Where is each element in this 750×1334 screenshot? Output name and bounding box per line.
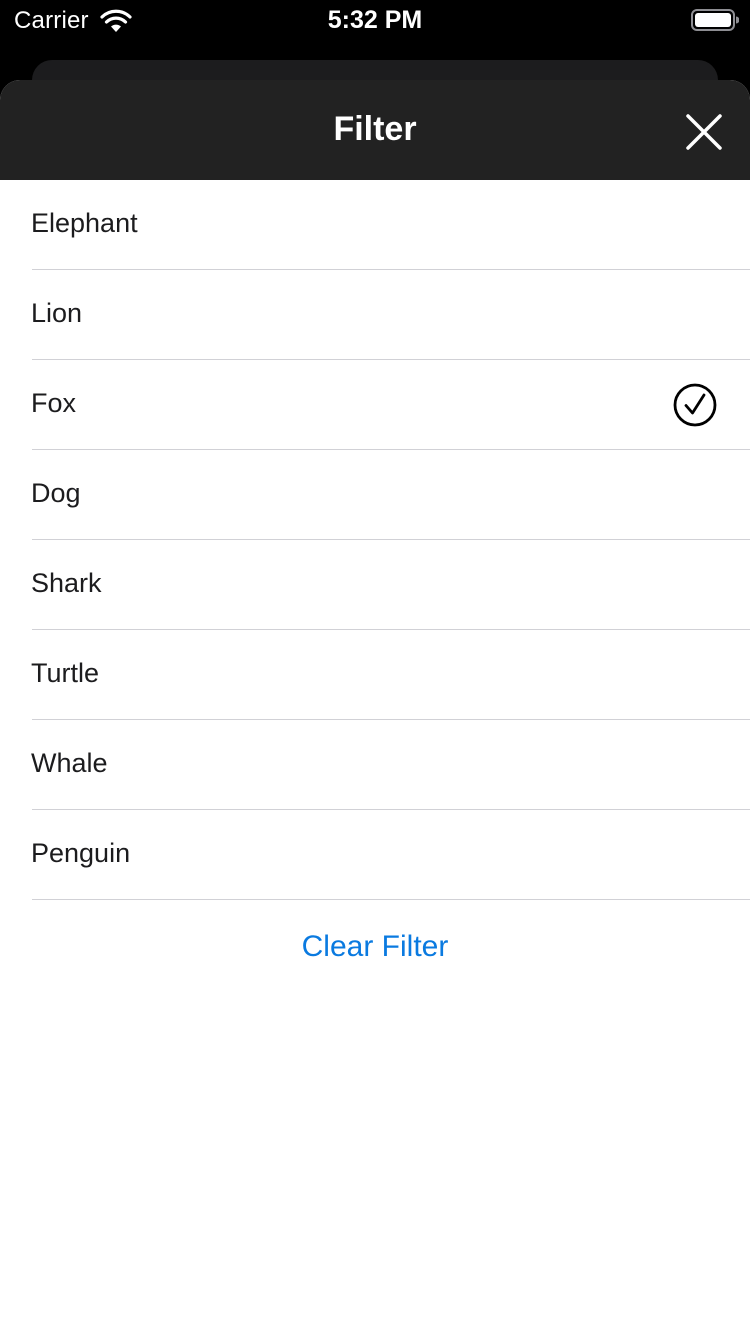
- list-item-label: Fox: [31, 388, 77, 418]
- list-item-label: Whale: [31, 748, 108, 778]
- divider: [32, 899, 750, 900]
- list-item-label: Shark: [31, 568, 102, 598]
- list-item-label: Penguin: [31, 838, 131, 868]
- checkmark-circle-icon: [673, 383, 717, 427]
- close-icon[interactable]: [680, 108, 728, 156]
- clear-filter-button[interactable]: Clear Filter: [0, 930, 750, 964]
- list-item[interactable]: Fox: [0, 360, 750, 450]
- list-item-label: Lion: [31, 298, 83, 328]
- list-item[interactable]: Dog: [0, 450, 750, 540]
- list-item[interactable]: Elephant: [0, 180, 750, 270]
- list-item-label: Turtle: [31, 658, 100, 688]
- filter-list: Elephant Lion Fox Dog Shark Turtle Whale…: [0, 180, 750, 900]
- battery-icon: [691, 9, 739, 31]
- list-item[interactable]: Turtle: [0, 630, 750, 720]
- list-item[interactable]: Penguin: [0, 810, 750, 900]
- list-item-label: Dog: [31, 478, 81, 508]
- nav-bar: Filter: [0, 80, 750, 180]
- list-item[interactable]: Shark: [0, 540, 750, 630]
- status-bar: Carrier 5:32 PM: [0, 0, 750, 40]
- list-item-label: Elephant: [31, 208, 138, 238]
- clock: 5:32 PM: [327, 6, 423, 34]
- list-item[interactable]: Lion: [0, 270, 750, 360]
- list-item[interactable]: Whale: [0, 720, 750, 810]
- filter-sheet: Filter Elephant Lion Fox Dog Shark Turtl…: [0, 80, 750, 1334]
- page-title: Filter: [333, 110, 417, 148]
